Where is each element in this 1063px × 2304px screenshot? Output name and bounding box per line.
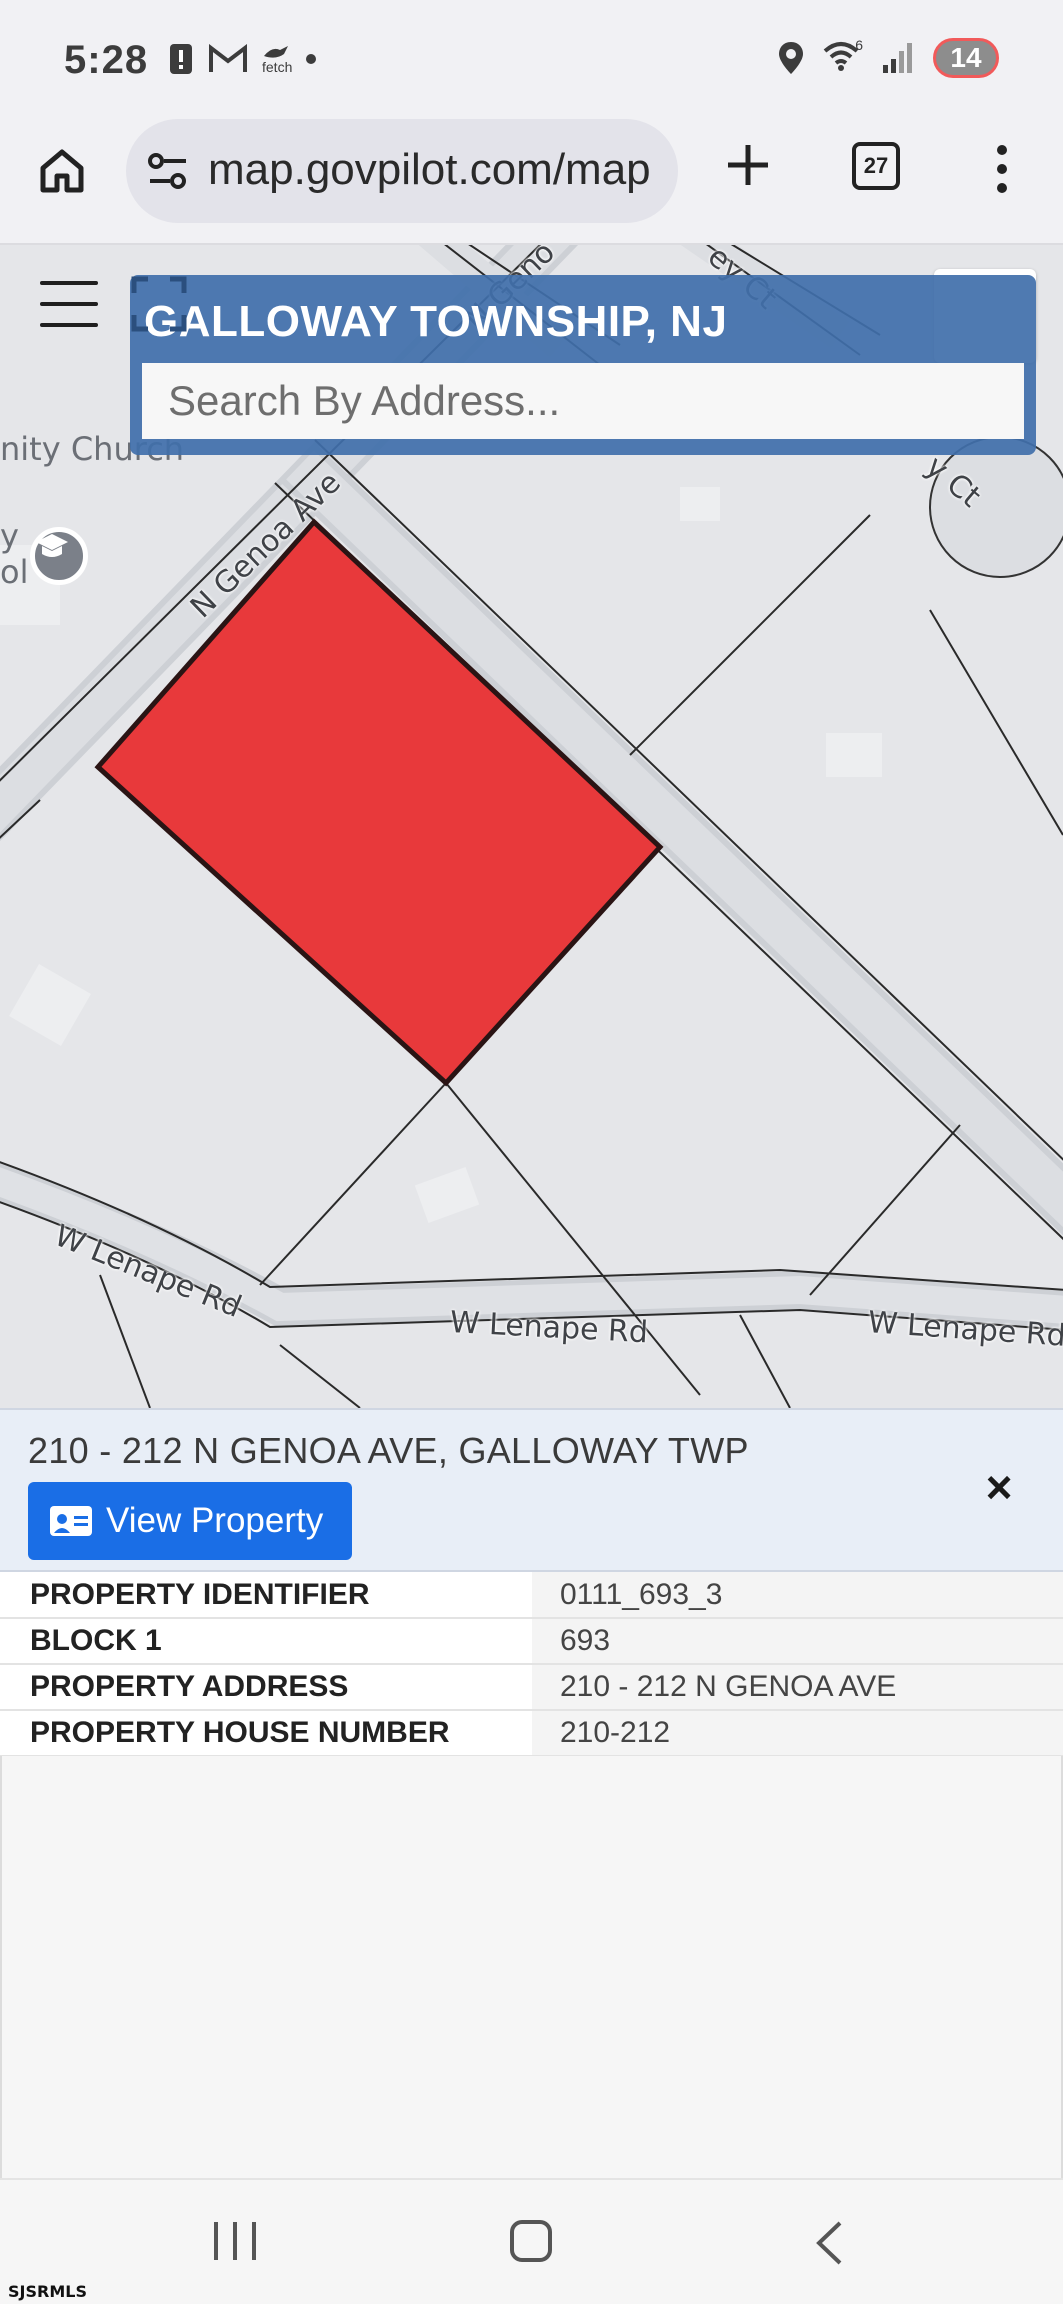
back-icon[interactable] — [814, 2220, 844, 2266]
fetch-icon: fetch — [262, 44, 292, 74]
building-footprint — [9, 964, 91, 1046]
plus-icon — [728, 145, 768, 185]
township-header: GALLOWAY TOWNSHIP, NJ — [130, 275, 1036, 455]
system-nav-bar — [0, 2178, 1063, 2304]
school-label-line1: y — [0, 517, 19, 555]
property-details-table: PROPERTY IDENTIFIER 0111_693_3 BLOCK 1 6… — [0, 1572, 1063, 1757]
building-footprint — [826, 733, 882, 777]
battery-badge: 14 — [933, 38, 999, 78]
table-row: PROPERTY IDENTIFIER 0111_693_3 — [0, 1572, 1063, 1619]
close-button[interactable]: × — [978, 1464, 1020, 1510]
site-settings-icon[interactable] — [146, 151, 190, 191]
property-address-title: 210 - 212 N GENOA AVE, GALLOWAY TWP — [28, 1430, 749, 1471]
gmail-icon — [209, 44, 247, 72]
property-info-header: 210 - 212 N GENOA AVE, GALLOWAY TWP × Vi… — [0, 1408, 1063, 1572]
system-icons: 6 14 — [777, 37, 999, 78]
address-bar[interactable]: map.govpilot.com/map — [126, 119, 678, 223]
recents-bar — [252, 2222, 256, 2260]
recents-bar — [233, 2222, 237, 2260]
kebab-dot — [997, 183, 1007, 193]
recents-bar — [214, 2222, 218, 2260]
menu-button[interactable] — [40, 281, 98, 327]
tab-switcher-button[interactable]: 27 — [852, 142, 900, 190]
more-menu-button[interactable] — [982, 139, 1022, 199]
row-key: PROPERTY HOUSE NUMBER — [0, 1710, 532, 1757]
kebab-dot — [997, 164, 1007, 174]
fetch-label: fetch — [262, 59, 293, 75]
alert-icon — [170, 44, 192, 74]
row-value: 210 - 212 N GENOA AVE — [532, 1664, 1063, 1711]
school-label-line2: ol — [0, 553, 29, 591]
url-text: map.govpilot.com/map — [208, 145, 651, 194]
wifi-icon: 6 — [823, 37, 863, 75]
row-value: 0111_693_3 — [532, 1572, 1063, 1619]
signal-icon — [883, 43, 912, 73]
building-footprint — [414, 1166, 480, 1224]
id-card-icon — [50, 1506, 92, 1536]
table-row: PROPERTY ADDRESS 210 - 212 N GENOA AVE — [0, 1664, 1063, 1711]
dot-icon — [306, 54, 317, 64]
fullscreen-icon[interactable] — [130, 275, 188, 333]
browser-toolbar: map.govpilot.com/map 27 — [0, 115, 1063, 245]
watermark: SJSRMLS — [8, 2282, 87, 2301]
notification-icons: fetch — [168, 42, 317, 76]
row-key: PROPERTY IDENTIFIER — [0, 1572, 532, 1619]
township-title: GALLOWAY TOWNSHIP, NJ — [144, 297, 728, 346]
table-row: BLOCK 1 693 — [0, 1618, 1063, 1665]
graduation-cap-icon[interactable] — [30, 527, 88, 585]
home-button[interactable] — [30, 139, 94, 203]
location-icon — [779, 42, 803, 74]
menu-line — [40, 302, 98, 306]
row-key: BLOCK 1 — [0, 1618, 532, 1665]
menu-line — [40, 281, 98, 285]
row-value: 693 — [532, 1618, 1063, 1665]
recents-button[interactable] — [214, 2222, 256, 2260]
nav-home-button[interactable] — [510, 2220, 552, 2262]
panel-empty-area — [0, 1756, 1063, 2178]
status-bar: 5:28 fetch 6 14 — [0, 0, 1063, 115]
address-search-input[interactable] — [142, 363, 1024, 439]
building-footprint — [680, 487, 720, 521]
parcel-map[interactable]: nity Church y ol N Genoa Ave N Geno ey C… — [0, 245, 1063, 1408]
home-icon — [40, 149, 84, 193]
view-property-label: View Property — [106, 1501, 324, 1540]
row-value: 210-212 — [532, 1710, 1063, 1757]
wifi-label: 6 — [855, 37, 863, 53]
row-key: PROPERTY ADDRESS — [0, 1664, 532, 1711]
clock: 5:28 — [64, 38, 149, 82]
kebab-dot — [997, 145, 1007, 155]
view-property-button[interactable]: View Property — [28, 1482, 352, 1560]
new-tab-button[interactable] — [716, 133, 780, 197]
menu-line — [40, 323, 98, 327]
table-row: PROPERTY HOUSE NUMBER 210-212 — [0, 1710, 1063, 1757]
